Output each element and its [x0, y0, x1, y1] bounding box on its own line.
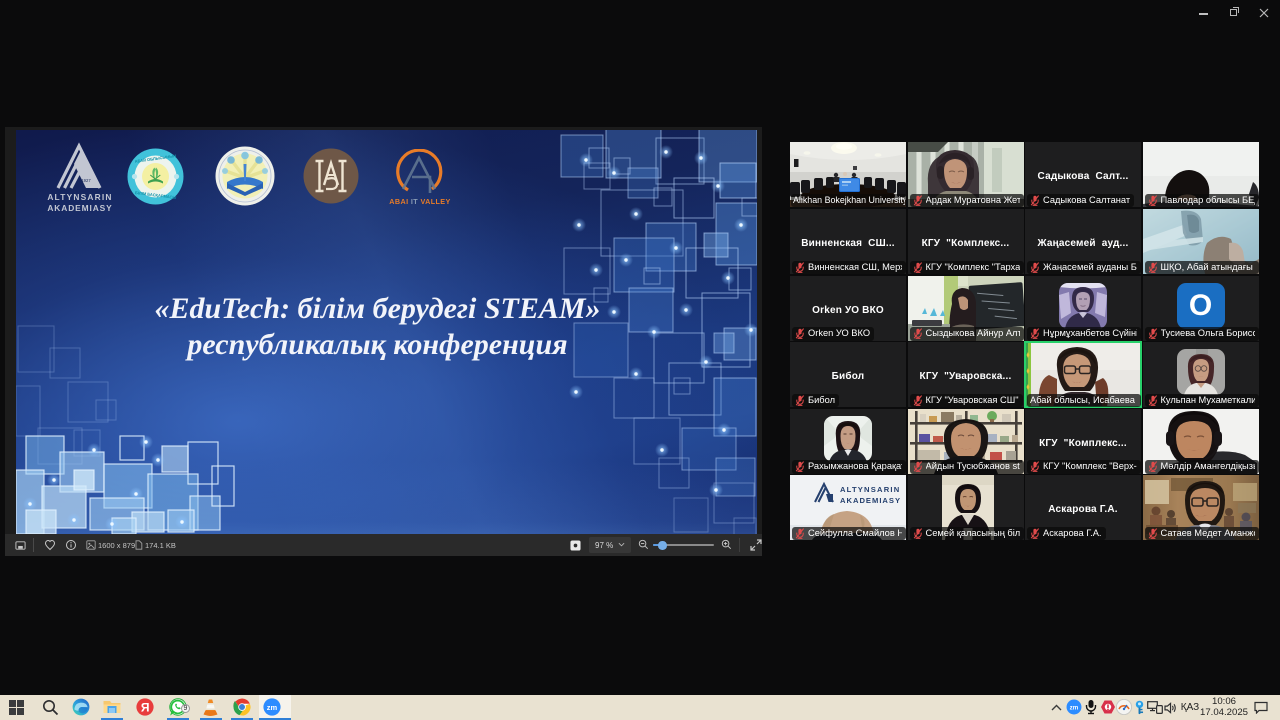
svg-text:zm: zm — [1070, 704, 1079, 711]
svg-text:1927: 1927 — [81, 178, 91, 183]
svg-text:ABAI IT VALLEY: ABAI IT VALLEY — [389, 197, 450, 206]
svg-text:AKADEMIASY: AKADEMIASY — [840, 496, 901, 505]
svg-text:ALTYNSARIN: ALTYNSARIN — [47, 192, 112, 202]
svg-text:zm: zm — [267, 703, 278, 712]
svg-text:AKADEMIASY: AKADEMIASY — [47, 203, 112, 212]
svg-text:ALTYNSARIN: ALTYNSARIN — [840, 485, 900, 494]
svg-text:Я: Я — [141, 700, 150, 714]
